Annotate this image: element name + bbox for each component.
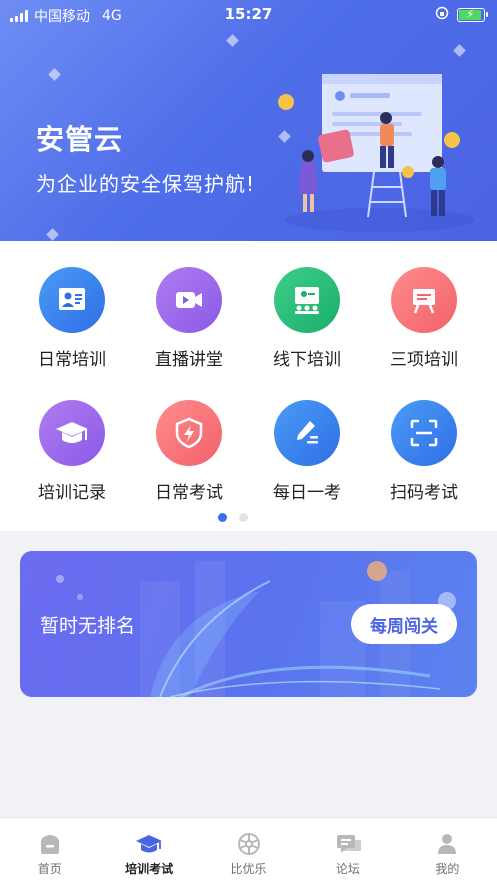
grid-item-scan-exam[interactable]: 扫码考试: [362, 400, 486, 503]
scan-code-icon: [391, 400, 457, 466]
clock: 15:27: [224, 5, 273, 23]
battery-icon: ⚡: [457, 7, 488, 22]
tab-biyoule[interactable]: 比优乐: [199, 818, 298, 883]
grid-item-training-records[interactable]: 培训记录: [10, 400, 134, 503]
grid-item-label: 直播讲堂: [155, 350, 223, 370]
tab-label: 比优乐: [230, 862, 267, 876]
user-icon: [398, 831, 497, 857]
grid-item-daily-test[interactable]: 每日一考: [245, 400, 369, 503]
ranking-card: 暂时无排名 每周闯关: [20, 551, 477, 697]
chat-icon: [298, 831, 397, 857]
tab-forum[interactable]: 论坛: [298, 818, 397, 883]
live-camera-icon: [156, 267, 222, 333]
app-title: 安管云: [36, 123, 124, 156]
grid-item-three-trainings[interactable]: 三项培训: [362, 267, 486, 370]
home-icon: [0, 831, 99, 857]
offline-class-icon: [274, 267, 340, 333]
tab-training-exam[interactable]: 培训考试: [99, 818, 198, 883]
bottom-tab-bar: 首页 培训考试 比优乐 论坛 我的: [0, 817, 497, 883]
hero-banner: 中国移动 4G 15:27 ⚡ 安管云 为企业的安全保驾护航!: [0, 0, 497, 241]
grid-item-offline-training[interactable]: 线下培训: [245, 267, 369, 370]
app-slogan: 为企业的安全保驾护航!: [36, 172, 256, 196]
grid-item-live-lecture[interactable]: 直播讲堂: [127, 267, 251, 370]
grid-item-label: 三项培训: [390, 350, 458, 370]
hero-illustration: [278, 74, 475, 232]
wheel-icon: [199, 831, 298, 857]
graduation-cap-icon: [39, 400, 105, 466]
grid-item-label: 扫码考试: [390, 483, 458, 503]
ranking-status-text: 暂时无排名: [40, 615, 136, 637]
graduation-cap-icon: [99, 831, 198, 857]
grid-item-daily-exam[interactable]: 日常考试: [127, 400, 251, 503]
shield-bolt-icon: [156, 400, 222, 466]
page-dot-active[interactable]: [218, 513, 227, 522]
tab-label: 首页: [37, 862, 62, 876]
tab-label: 我的: [435, 862, 460, 876]
decor-diamond: [48, 68, 61, 81]
page-dot[interactable]: [239, 513, 248, 522]
grid-item-label: 日常培训: [38, 350, 106, 370]
status-bar: 中国移动 4G 15:27 ⚡: [0, 0, 497, 30]
page-indicator: [218, 513, 248, 522]
decor-diamond: [226, 34, 239, 47]
grid-item-label: 培训记录: [38, 483, 106, 503]
pen-write-icon: [274, 400, 340, 466]
training-board-icon: [39, 267, 105, 333]
grid-item-label: 每日一考: [273, 483, 341, 503]
tab-label: 培训考试: [125, 862, 174, 876]
tab-home[interactable]: 首页: [0, 818, 99, 883]
grid-item-label: 日常考试: [155, 483, 223, 503]
easel-board-icon: [391, 267, 457, 333]
weekly-challenge-button[interactable]: 每周闯关: [351, 604, 457, 644]
grid-item-label: 线下培训: [273, 350, 341, 370]
orientation-lock-icon: [435, 6, 449, 24]
decor-diamond: [453, 44, 466, 57]
tab-label: 论坛: [335, 862, 360, 876]
decor-diamond: [46, 228, 59, 241]
tab-mine[interactable]: 我的: [398, 818, 497, 883]
grid-item-daily-training[interactable]: 日常培训: [10, 267, 134, 370]
